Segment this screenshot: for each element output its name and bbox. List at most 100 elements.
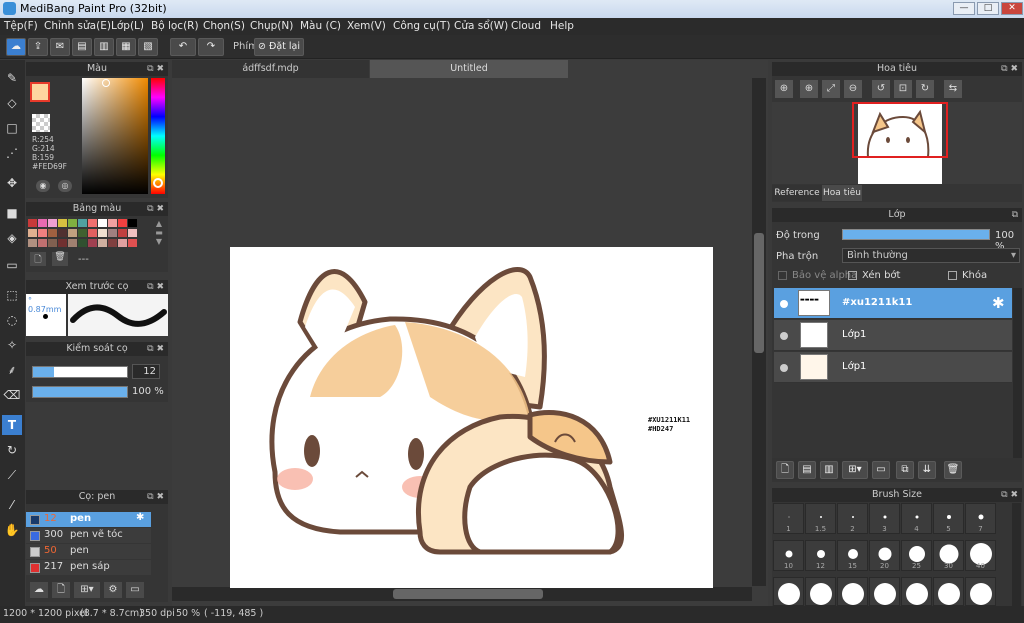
brush-size-cell[interactable]: 5: [933, 503, 964, 534]
palette-swatches[interactable]: [28, 219, 146, 247]
vertical-scrollbar[interactable]: [752, 78, 766, 586]
brush-size-cell[interactable]: [933, 577, 964, 606]
select-pen-tool-icon[interactable]: ⸙: [2, 360, 22, 380]
menu-view[interactable]: Xem(V): [347, 20, 386, 32]
menu-tools[interactable]: Công cụ(T): [393, 20, 450, 32]
reset-rotation-icon[interactable]: ⊡: [894, 80, 912, 98]
brush-size-cell[interactable]: 7: [965, 503, 996, 534]
color-mix-icon[interactable]: ◎: [58, 180, 72, 192]
layer-scrollbar[interactable]: [1013, 288, 1022, 458]
brush-tool-icon[interactable]: ✎: [2, 68, 22, 88]
tab-reference[interactable]: Reference: [772, 185, 822, 201]
transparent-color-swatch[interactable]: [32, 114, 50, 132]
brush-size-scrollbar[interactable]: [1012, 503, 1021, 606]
move-tool-icon[interactable]: ✥: [2, 173, 22, 193]
brush-item[interactable]: 217 pen sáp: [26, 560, 151, 575]
menu-cloud[interactable]: Cloud: [511, 20, 541, 32]
hand-tool-icon[interactable]: ✋: [2, 520, 22, 540]
dot-tool-icon[interactable]: ⋰: [2, 143, 22, 163]
delete-layer-icon[interactable]: 🗑: [944, 461, 962, 479]
brush-size-cell[interactable]: [837, 577, 868, 606]
eyedropper-tool-icon[interactable]: ⁄: [2, 495, 22, 515]
new-8bit-layer-icon[interactable]: ▥: [820, 461, 838, 479]
menu-snap[interactable]: Chụp(N): [250, 20, 293, 32]
brush-size-cell[interactable]: 20: [869, 540, 900, 571]
brush-size-cell[interactable]: 1: [773, 503, 804, 534]
brush-size-cell[interactable]: [965, 577, 996, 606]
new-palette-icon[interactable]: 🗋: [30, 252, 46, 266]
text-panel-icon[interactable]: ▤: [72, 38, 92, 56]
panel-controls-icon[interactable]: ⧉: [1012, 208, 1018, 222]
export-icon[interactable]: ⇪: [28, 38, 48, 56]
zoom-fit-icon[interactable]: ⊕: [775, 80, 793, 98]
grid-icon[interactable]: ▦: [116, 38, 136, 56]
brush-size-slider[interactable]: [32, 366, 128, 378]
gradient-tool-icon[interactable]: ▭: [2, 255, 22, 275]
menu-edit[interactable]: Chỉnh sửa(E): [44, 20, 111, 32]
brush-item[interactable]: 50 pen: [26, 544, 151, 559]
tab-adffsdf[interactable]: ádffsdf.mdp: [172, 60, 369, 78]
duplicate-layer-icon[interactable]: ⧉: [896, 461, 914, 479]
brush-size-cell[interactable]: [773, 577, 804, 606]
zoom-in-icon[interactable]: ⊕: [800, 80, 818, 98]
select-rect-tool-icon[interactable]: ⬚: [2, 285, 22, 305]
eye-icon[interactable]: [780, 364, 788, 372]
horizontal-scroll-thumb[interactable]: [393, 589, 543, 599]
rotate-right-icon[interactable]: ↻: [916, 80, 934, 98]
hue-slider-handle[interactable]: [153, 178, 163, 188]
menu-select[interactable]: Chọn(S): [203, 20, 245, 32]
hue-slider[interactable]: [151, 78, 165, 194]
rectangle-tool-icon[interactable]: □: [2, 118, 22, 138]
brush-size-cell[interactable]: 4: [901, 503, 932, 534]
panels-icon[interactable]: ▧: [138, 38, 158, 56]
palette-scroll[interactable]: ▲ ▬ ▼: [154, 219, 164, 247]
add-layer-menu-icon[interactable]: ⊞▾: [842, 461, 868, 479]
magic-wand-tool-icon[interactable]: ✧: [2, 335, 22, 355]
layer-row[interactable]: ▬▬▬▬ #xu1211k11 ✱: [774, 288, 1012, 319]
divide-tool-icon[interactable]: ⟋: [2, 465, 22, 485]
panel-controls-icon[interactable]: ⧉ ✖: [147, 202, 164, 216]
brush-size-cell[interactable]: [869, 577, 900, 606]
menu-layer[interactable]: Lớp(L): [111, 20, 144, 32]
menu-file[interactable]: Tệp(F): [4, 20, 38, 32]
navigator-viewport-frame[interactable]: [852, 102, 948, 158]
drawing-canvas[interactable]: #XU1211K11 #HD247: [230, 247, 713, 588]
maximize-button[interactable]: □: [977, 2, 999, 15]
panel-controls-icon[interactable]: ⧉ ✖: [147, 342, 164, 356]
bucket-tool-icon[interactable]: ◈: [2, 228, 22, 248]
reset-button[interactable]: ⊘ Đặt lại: [254, 38, 304, 56]
panel-controls-icon[interactable]: ⧉ ✖: [147, 62, 164, 76]
brush-settings-icon[interactable]: ⚙: [104, 582, 122, 598]
lock-checkbox[interactable]: [948, 271, 957, 280]
undo-icon[interactable]: ↶: [170, 38, 196, 56]
brush-size-value[interactable]: 12: [132, 364, 160, 379]
new-brush-icon[interactable]: 🗋: [52, 582, 70, 598]
operation-tool-icon[interactable]: ↻: [2, 440, 22, 460]
new-halftone-layer-icon[interactable]: ▤: [798, 461, 816, 479]
new-layer-icon[interactable]: 🗋: [776, 461, 794, 479]
foreground-color-swatch[interactable]: [30, 82, 50, 102]
brush-size-cell[interactable]: 25: [901, 540, 932, 571]
saturation-value-picker[interactable]: [82, 78, 148, 194]
comment-icon[interactable]: ✉: [50, 38, 70, 56]
brush-size-cell[interactable]: 12: [805, 540, 836, 571]
panel-controls-icon[interactable]: ⧉ ✖: [1001, 62, 1018, 76]
brush-size-cell[interactable]: 1.5: [805, 503, 836, 534]
menu-help[interactable]: Help: [550, 20, 574, 32]
minimize-button[interactable]: —: [953, 2, 975, 15]
brush-size-cell[interactable]: 15: [837, 540, 868, 571]
protect-alpha-checkbox[interactable]: [778, 271, 787, 280]
fit-window-icon[interactable]: ⤢: [822, 80, 840, 98]
clipping-checkbox[interactable]: [848, 271, 857, 280]
brush-size-cell[interactable]: [901, 577, 932, 606]
lasso-tool-icon[interactable]: ◌: [2, 310, 22, 330]
text-tool-icon[interactable]: T: [2, 415, 22, 435]
brush-settings-icon[interactable]: ✱: [136, 512, 144, 523]
brush-size-cell[interactable]: 3: [869, 503, 900, 534]
panel-controls-icon[interactable]: ⧉ ✖: [1001, 488, 1018, 502]
brush-opacity-slider[interactable]: [32, 386, 128, 398]
brush-item[interactable]: 12 pen ✱: [26, 512, 151, 527]
cloud-icon[interactable]: ☁: [6, 38, 26, 56]
delete-palette-icon[interactable]: 🗑: [52, 252, 68, 266]
brush-size-cell[interactable]: 2: [837, 503, 868, 534]
